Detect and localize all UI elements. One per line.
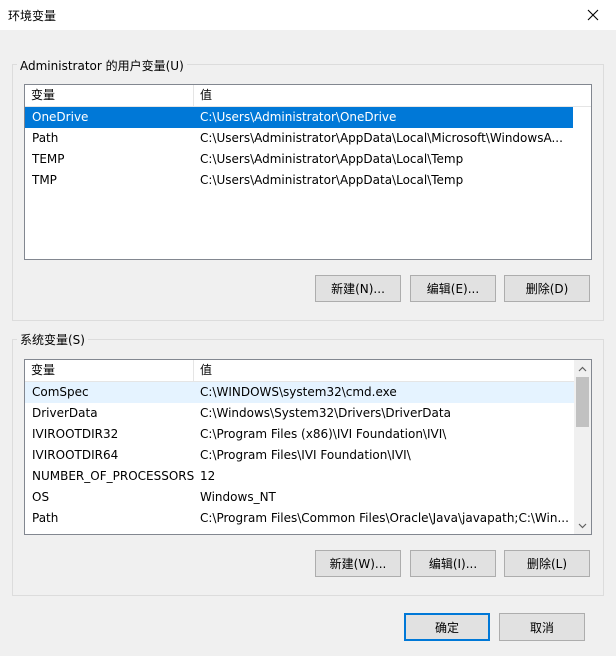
table-row[interactable]: Path C:\Program Files\Common Files\Oracle… — [25, 508, 574, 529]
scroll-up-button[interactable] — [574, 360, 591, 377]
variable-value-cell: Windows_NT — [200, 490, 276, 504]
variable-value-cell: C:\Windows\System32\Drivers\DriverData — [200, 406, 451, 420]
system-variables-list[interactable]: 变量 值 ComSpec C:\WINDOWS\system32\cmd.exe D… — [24, 359, 592, 535]
variable-name-cell: IVIROOTDIR64 — [32, 448, 119, 462]
variable-value-cell: 12 — [200, 469, 216, 483]
close-icon — [587, 9, 599, 21]
variable-value-cell: C:\Users\Administrator\AppData\Local\Tem… — [200, 152, 464, 166]
variable-name-cell: OneDrive — [32, 110, 89, 124]
list-header: 变量 值 — [25, 85, 591, 107]
scroll-thumb[interactable] — [576, 377, 589, 427]
variable-value-cell: C:\Program Files\Common Files\Oracle\Jav… — [200, 511, 569, 525]
table-row[interactable]: DriverData C:\Windows\System32\Drivers\Dr… — [25, 403, 574, 424]
variable-name-cell: TEMP — [32, 152, 65, 166]
column-header-value[interactable]: 值 — [194, 85, 591, 106]
table-row[interactable]: TEMP C:\Users\Administrator\AppData\Local… — [25, 149, 573, 170]
vertical-scrollbar[interactable] — [574, 360, 591, 534]
window-title: 环境变量 — [8, 9, 57, 23]
table-row[interactable]: ComSpec C:\WINDOWS\system32\cmd.exe — [25, 382, 574, 403]
table-row[interactable]: Path C:\Users\Administrator\AppData\Local… — [25, 128, 573, 149]
variable-value-cell: C:\Program Files (x86)\IVI Foundation\IV… — [200, 427, 447, 441]
system-edit-button[interactable]: 编辑(I)... — [410, 550, 496, 577]
user-edit-button[interactable]: 编辑(E)... — [410, 275, 496, 302]
variable-name-cell: IVIROOTDIR32 — [32, 427, 119, 441]
variable-name-cell: NUMBER_OF_PROCESSORS — [32, 469, 195, 483]
variable-name-cell: Path — [32, 511, 59, 525]
user-variables-list[interactable]: 变量 值 OneDrive C:\Users\Administrator\OneD… — [24, 84, 592, 260]
table-row[interactable]: OS Windows_NT — [25, 487, 574, 508]
table-row[interactable]: OneDrive C:\Users\Administrator\OneDrive — [25, 107, 573, 128]
cancel-button[interactable]: 取消 — [499, 613, 585, 641]
user-delete-button[interactable]: 删除(D) — [504, 275, 590, 302]
table-row[interactable]: TMP C:\Users\Administrator\AppData\Local\… — [25, 170, 573, 191]
scroll-down-button[interactable] — [574, 517, 591, 534]
variable-value-cell: C:\WINDOWS\system32\cmd.exe — [200, 385, 397, 399]
variable-value-cell: C:\Program Files\IVI Foundation\IVI\ — [200, 448, 411, 462]
column-header-variable[interactable]: 变量 — [25, 360, 193, 381]
chevron-down-icon — [578, 523, 587, 528]
variable-name-cell: DriverData — [32, 406, 98, 420]
table-row[interactable]: NUMBER_OF_PROCESSORS 12 — [25, 466, 574, 487]
variable-name-cell: Path — [32, 131, 59, 145]
list-header: 变量 值 — [25, 360, 591, 382]
variable-value-cell: C:\Users\Administrator\AppData\Local\Mic… — [200, 131, 563, 145]
column-header-variable[interactable]: 变量 — [25, 85, 193, 106]
variable-name-cell: TMP — [32, 173, 57, 187]
user-variables-label: Administrator 的用户变量(U) — [17, 57, 187, 74]
variable-value-cell: C:\Users\Administrator\OneDrive — [200, 110, 397, 124]
title-bar: 环境变量 — [0, 0, 616, 30]
system-new-button[interactable]: 新建(W)... — [315, 550, 401, 577]
close-button[interactable] — [570, 0, 616, 30]
chevron-up-icon — [578, 366, 587, 371]
variable-name-cell: OS — [32, 490, 50, 504]
variable-value-cell: C:\Users\Administrator\AppData\Local\Tem… — [200, 173, 464, 187]
table-row[interactable]: IVIROOTDIR64 C:\Program Files\IVI Foundat… — [25, 445, 574, 466]
system-delete-button[interactable]: 删除(L) — [504, 550, 590, 577]
ok-button[interactable]: 确定 — [404, 613, 490, 641]
column-header-value[interactable]: 值 — [194, 360, 574, 381]
variable-name-cell: ComSpec — [32, 385, 89, 399]
system-variables-label: 系统变量(S) — [17, 331, 88, 348]
table-row[interactable]: IVIROOTDIR32 C:\Program Files (x86)\IVI F… — [25, 424, 574, 445]
user-new-button[interactable]: 新建(N)... — [315, 275, 401, 302]
